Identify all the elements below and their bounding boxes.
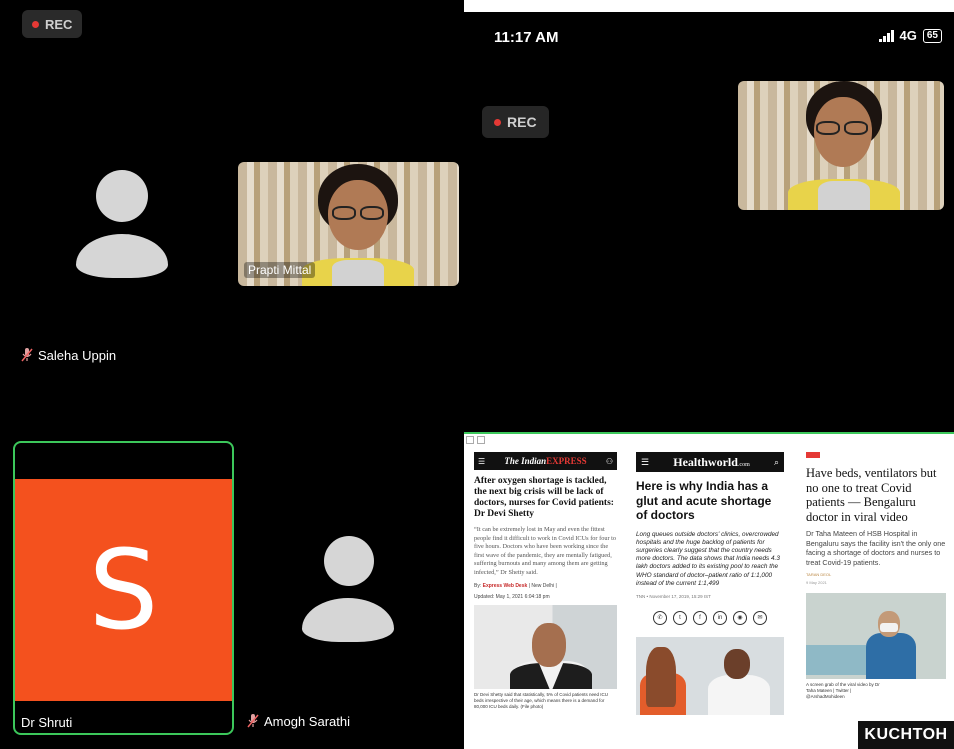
participant-name-saleha: Saleha Uppin xyxy=(20,347,116,363)
user-icon: ⚇ xyxy=(605,456,613,466)
news-logo: Healthworld.com xyxy=(673,454,750,469)
search-icon: ⌕ xyxy=(773,456,779,467)
twitter-icon: t xyxy=(673,610,687,625)
category-tag xyxy=(806,452,820,458)
photo-caption: Dr Devi Shetty said that statistically, … xyxy=(474,691,608,709)
status-bar-time: 11:17 AM xyxy=(494,29,559,46)
whatsapp-icon: ✆ xyxy=(653,610,667,625)
avatar-head-icon xyxy=(324,536,374,586)
record-dot-icon xyxy=(32,20,39,28)
recording-indicator: REC xyxy=(482,106,549,138)
avatar-head-icon xyxy=(96,170,148,222)
participant-tile-shruti-active[interactable]: S Dr Shruti xyxy=(13,441,234,735)
participant-name-amogh: Amogh Sarathi xyxy=(246,713,350,729)
article-meta: TNN • November 17, 2019, 15:29 IST xyxy=(636,593,711,599)
share-buttons: ✆ t f in ◉ ✉ xyxy=(636,610,784,625)
record-dot-icon xyxy=(494,118,501,126)
signal-icon xyxy=(878,29,894,42)
participant-name-shruti: Dr Shruti xyxy=(21,715,73,730)
article-photo xyxy=(636,636,784,715)
avatar-body-icon xyxy=(76,234,168,278)
participant-video-feed xyxy=(302,162,414,286)
network-type: 4G xyxy=(899,28,917,43)
watermark-logo: KUCHTOH xyxy=(858,721,954,749)
article-description: Dr Taha Mateen of HSB Hospital in Bengal… xyxy=(806,529,946,567)
window-controls[interactable] xyxy=(466,436,485,444)
participant-name-prapti: Prapti Mittal xyxy=(244,262,316,278)
article-byline: By: Express Web Desk | New Delhi | xyxy=(474,582,557,589)
menu-icon: ☰ xyxy=(641,456,650,467)
participant-tile-amogh[interactable] xyxy=(298,536,398,644)
avatar-initial: S xyxy=(88,526,159,654)
news-header-bar: ☰ Healthworld.com ⌕ xyxy=(636,452,784,472)
news-article-indian-express: ☰ The IndianEXPRESS ⚇ After oxygen short… xyxy=(474,452,617,710)
rec-label: REC xyxy=(507,114,537,130)
article-summary: Long queues outside doctors' clinics, ov… xyxy=(636,530,780,587)
avatar-initial-badge: S xyxy=(15,479,232,701)
participant-video-prapti[interactable]: Prapti Mittal xyxy=(238,162,459,286)
email-icon: ✉ xyxy=(753,610,767,625)
avatar-body-icon xyxy=(302,598,394,642)
article-headline: Have beds, ventilators but no one to tre… xyxy=(806,466,937,524)
participant-video-feed xyxy=(788,81,900,210)
news-article-bengaluru: Have beds, ventilators but no one to tre… xyxy=(806,452,946,700)
linkedin-icon: in xyxy=(713,610,727,625)
participant-tile-saleha[interactable] xyxy=(72,170,172,280)
news-header-bar: ☰ The IndianEXPRESS ⚇ xyxy=(474,452,617,470)
article-photo xyxy=(474,604,617,689)
menu-icon: ☰ xyxy=(478,456,486,466)
article-date: 9 May 2021 xyxy=(806,580,827,585)
article-headline: Here is why India has a glut and acute s… xyxy=(636,479,772,522)
article-author: TARAN DEOL xyxy=(806,572,832,577)
article-photo xyxy=(806,593,946,679)
article-body: “It can be extremely lost in May and eve… xyxy=(474,526,617,576)
meeting-grid-left: REC Saleha Uppin Prapti Mittal S Dr Shru… xyxy=(0,0,464,749)
reddit-icon: ◉ xyxy=(733,610,747,625)
floating-video-prapti[interactable] xyxy=(738,81,944,210)
mic-off-icon xyxy=(247,714,259,728)
facebook-icon: f xyxy=(693,610,707,625)
photo-caption: A screen grab of the viral video by Dr T… xyxy=(806,682,880,699)
news-article-healthworld: ☰ Healthworld.com ⌕ Here is why India ha… xyxy=(636,452,784,715)
news-logo: The IndianEXPRESS xyxy=(504,456,587,466)
article-updated: Updated: May 1, 2021 6:04:18 pm xyxy=(474,593,550,600)
rec-label: REC xyxy=(45,16,73,32)
status-bar-indicators: 4G 65 xyxy=(878,28,942,43)
mic-off-icon xyxy=(21,348,33,362)
meeting-screen-right: 11:17 AM 4G 65 REC ☰ The IndianEXPRESS ⚇… xyxy=(464,12,954,749)
battery-icon: 65 xyxy=(922,28,942,43)
shared-screen-news[interactable]: ☰ The IndianEXPRESS ⚇ After oxygen short… xyxy=(464,432,954,749)
article-headline: After oxygen shortage is tackled, the ne… xyxy=(474,476,614,519)
recording-indicator: REC xyxy=(22,10,83,38)
